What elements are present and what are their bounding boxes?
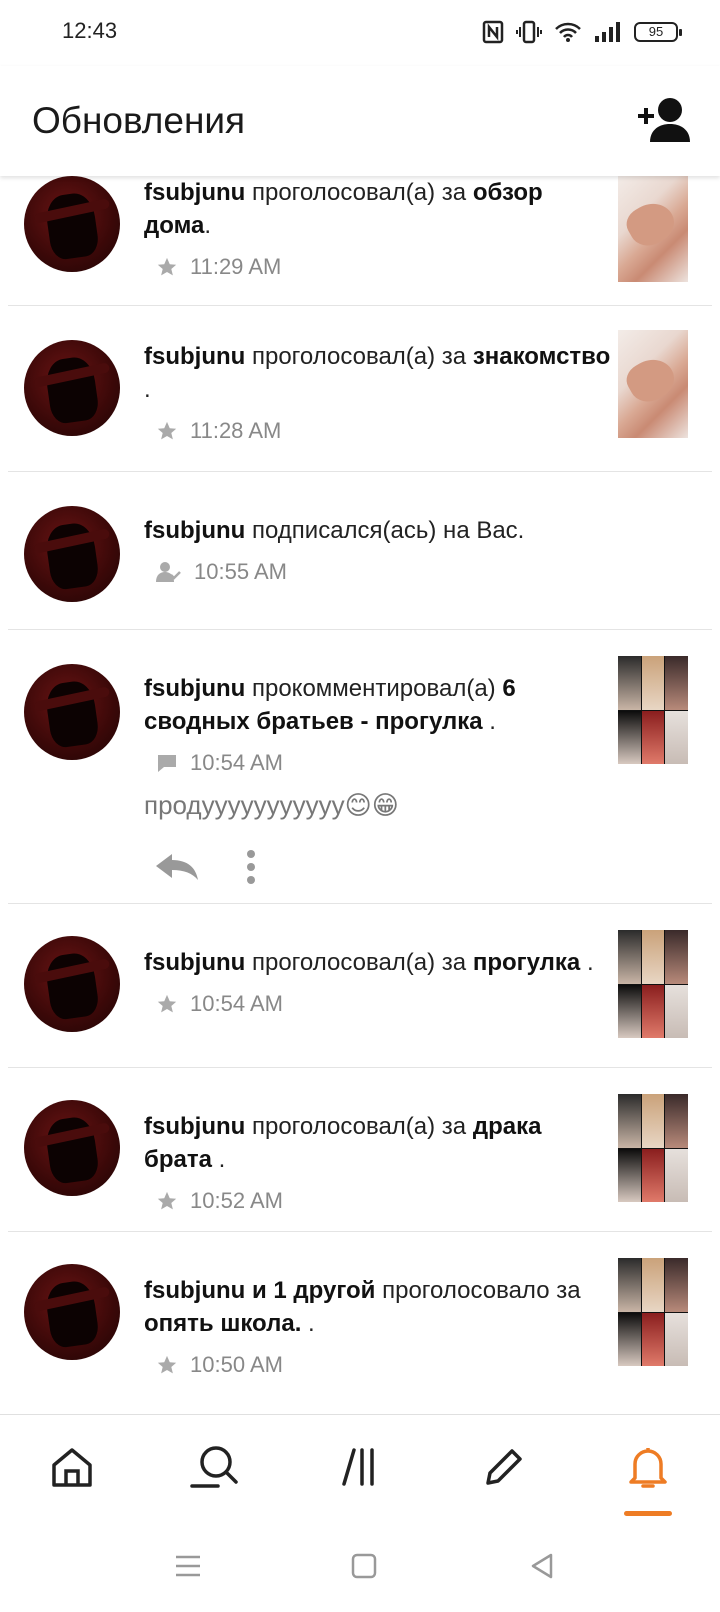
add-friend-button[interactable] <box>636 96 694 144</box>
feed-item-text: fsubjunu проголосовал(а) за знакомство . <box>144 343 611 403</box>
story-thumbnail[interactable] <box>618 330 688 438</box>
story-title[interactable]: прогулка <box>473 949 580 976</box>
feed-item-text: fsubjunu проголосовал(а) за драка брата … <box>144 1113 542 1173</box>
system-nav <box>0 1518 720 1612</box>
story-title[interactable]: знакомство <box>473 343 610 370</box>
star-icon <box>157 994 177 1013</box>
avatar[interactable] <box>24 340 120 436</box>
menu-icon <box>176 1555 200 1577</box>
feed-item-text: fsubjunu прокомментировал(а) 6 сводных б… <box>144 675 516 735</box>
user-name[interactable]: fsubjunu <box>144 343 245 370</box>
search-icon <box>190 1446 238 1488</box>
story-thumbnail[interactable] <box>618 176 688 282</box>
avatar[interactable] <box>24 664 120 760</box>
feed-item[interactable]: fsubjunu проголосовал(а) за знакомство .… <box>8 306 712 472</box>
feed-item[interactable]: fsubjunu проголосовал(а) за обзор дома. … <box>8 176 712 306</box>
avatar[interactable] <box>24 1264 120 1360</box>
back-button[interactable] <box>522 1546 562 1586</box>
star-icon <box>157 257 177 276</box>
nav-home[interactable] <box>42 1439 102 1495</box>
user-name[interactable]: fsubjunu <box>144 949 245 976</box>
story-thumbnail[interactable] <box>618 1094 688 1202</box>
timestamp: 10:52 AM <box>190 1188 283 1213</box>
star-icon <box>157 1355 177 1374</box>
vibrate-icon <box>516 20 542 44</box>
active-tab-indicator <box>624 1511 672 1516</box>
signal-icon <box>595 22 620 42</box>
story-thumbnail[interactable] <box>618 656 688 764</box>
user-name[interactable]: fsubjunu и 1 другой <box>144 1277 375 1304</box>
user-name[interactable]: fsubjunu <box>144 179 245 206</box>
write-icon <box>486 1449 522 1485</box>
story-thumbnail[interactable] <box>618 930 688 1038</box>
user-name[interactable]: fsubjunu <box>144 1113 245 1140</box>
star-icon <box>157 1191 177 1210</box>
timestamp: 10:54 AM <box>190 750 283 775</box>
feed-item-text: fsubjunu и 1 другой проголосовало за опя… <box>144 1277 581 1337</box>
user-name[interactable]: fsubjunu <box>144 675 245 702</box>
nav-write[interactable] <box>474 1439 534 1495</box>
nav-notifications[interactable] <box>618 1439 678 1495</box>
page-title: Обновления <box>32 100 246 141</box>
timestamp: 10:54 AM <box>190 991 283 1016</box>
avatar[interactable] <box>24 936 120 1032</box>
feed-item-text: fsubjunu проголосовал(а) за обзор дома. <box>144 179 543 239</box>
nav-library[interactable] <box>330 1439 390 1495</box>
updates-feed[interactable]: fsubjunu проголосовал(а) за обзор дома. … <box>0 176 720 1414</box>
feed-item[interactable]: fsubjunu и 1 другой проголосовало за опя… <box>8 1232 712 1396</box>
nfc-icon <box>482 20 504 44</box>
status-bar: 12:43 95 <box>0 0 720 66</box>
comment-actions <box>154 839 712 895</box>
follow-icon <box>156 562 181 582</box>
square-icon <box>351 1553 377 1579</box>
avatar[interactable] <box>24 176 120 272</box>
comment-icon <box>158 755 176 772</box>
battery-indicator: 95 <box>634 22 682 42</box>
feed-item-text: fsubjunu проголосовал(а) за прогулка . <box>144 949 594 976</box>
avatar[interactable] <box>24 1100 120 1196</box>
story-thumbnail[interactable] <box>618 1258 688 1366</box>
feed-item[interactable]: fsubjunu проголосовал(а) за драка брата … <box>8 1068 712 1232</box>
feed-item[interactable]: fsubjunu прокомментировал(а) 6 сводных б… <box>8 630 712 904</box>
bottom-nav <box>0 1414 720 1518</box>
user-name[interactable]: fsubjunu <box>144 517 245 544</box>
wifi-icon <box>555 22 581 42</box>
status-icons: 95 <box>482 18 682 46</box>
recents-button[interactable] <box>168 1546 208 1586</box>
feed-item[interactable]: fsubjunu проголосовал(а) за прогулка . 1… <box>8 904 712 1068</box>
timestamp: 11:29 AM <box>190 254 282 279</box>
comment-text: продууууууууууу😊😁 <box>144 790 399 820</box>
status-time: 12:43 <box>62 18 118 43</box>
feed-item[interactable]: fsubjunu подписался(ась) на Вас. 10:55 A… <box>8 472 712 630</box>
home-icon <box>52 1448 92 1487</box>
notifications-icon <box>629 1448 667 1488</box>
avatar[interactable] <box>24 506 120 602</box>
more-options-icon[interactable] <box>246 849 256 885</box>
nav-search[interactable] <box>184 1439 244 1495</box>
star-icon <box>157 421 177 440</box>
app-header: Обновления <box>0 66 720 176</box>
timestamp: 10:50 AM <box>190 1352 283 1377</box>
home-button[interactable] <box>344 1546 384 1586</box>
add-user-icon <box>638 98 690 142</box>
feed-item-text: fsubjunu подписался(ась) на Вас. <box>144 517 525 544</box>
timestamp: 10:55 AM <box>194 559 287 584</box>
story-title[interactable]: опять школа. <box>144 1310 301 1337</box>
back-triangle-icon <box>531 1553 553 1579</box>
timestamp: 11:28 AM <box>190 418 282 443</box>
library-icon <box>342 1448 374 1486</box>
feed-item-meta: 10:55 AM <box>144 559 712 585</box>
reply-icon[interactable] <box>154 852 200 882</box>
